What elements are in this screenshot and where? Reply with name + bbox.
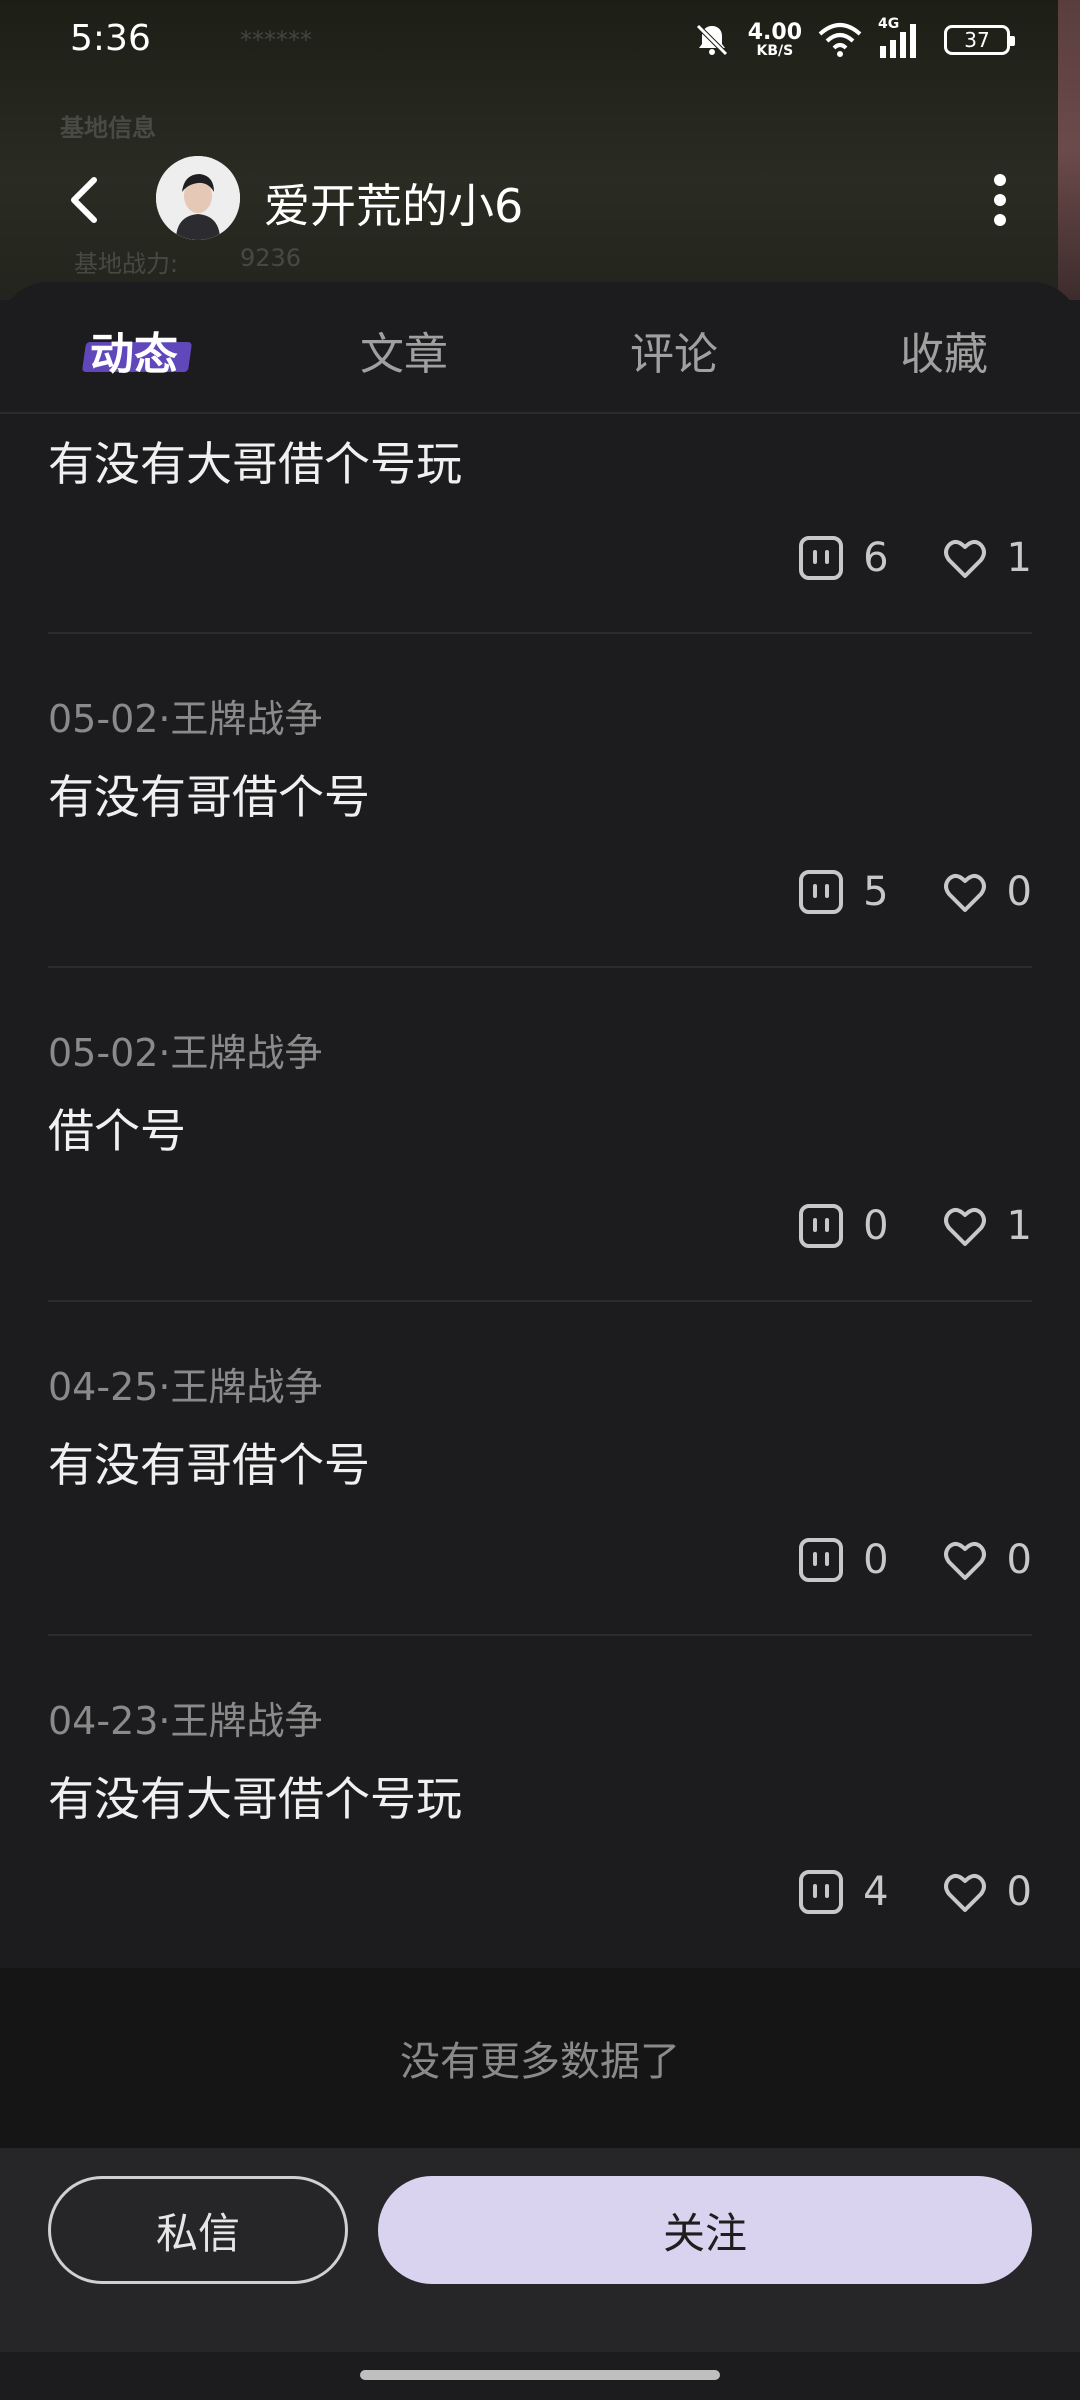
content-sheet: 动态 文章 评论 收藏 有没有大哥借个号玩 6 1 05-02·王牌战争 有没有…: [0, 282, 1080, 1968]
like-action[interactable]: 0: [941, 868, 1032, 916]
post-actions: 4 0: [797, 1868, 1032, 1916]
signal-icon: 4G: [878, 16, 928, 60]
list-item[interactable]: 05-02·王牌战争 借个号 0 1: [48, 968, 1032, 1302]
post-text: 有没有大哥借个号玩: [48, 437, 462, 491]
tab-dynamics[interactable]: 动态: [34, 318, 234, 382]
home-indicator[interactable]: [360, 2370, 720, 2380]
post-meta: 04-25·王牌战争: [48, 1365, 323, 1409]
post-text: 借个号: [48, 1104, 186, 1158]
comment-action[interactable]: 4: [797, 1868, 889, 1916]
post-actions: 6 1: [797, 534, 1032, 582]
bottom-action-bar: 私信 关注: [0, 2148, 1080, 2352]
post-text: 有没有哥借个号: [48, 1438, 370, 1492]
heart-icon: [943, 1874, 986, 1912]
comment-icon: [799, 1870, 844, 1914]
comment-action[interactable]: 0: [797, 1202, 889, 1250]
list-item[interactable]: 05-02·王牌战争 有没有哥借个号 5 0: [48, 634, 1032, 968]
status-time: 5:36: [70, 18, 151, 59]
list-item[interactable]: 有没有大哥借个号玩 6 1: [48, 416, 1032, 634]
post-actions: 0 0: [797, 1536, 1032, 1584]
comment-icon: [799, 536, 844, 580]
like-count: 1: [1006, 1203, 1032, 1249]
comment-action[interactable]: 6: [797, 534, 889, 582]
comment-count: 5: [863, 869, 889, 915]
comment-action[interactable]: 0: [797, 1536, 889, 1584]
post-feed: 有没有大哥借个号玩 6 1 05-02·王牌战争 有没有哥借个号 5 0 05-…: [0, 416, 1080, 1966]
user-name: 爱开荒的小6: [264, 179, 524, 233]
status-icons: 4.00 KB/S 4G 37: [692, 16, 1015, 62]
avatar-image: [156, 156, 240, 240]
tab-comments[interactable]: 评论: [574, 318, 774, 382]
wifi-icon: [818, 23, 862, 57]
post-meta: 05-02·王牌战争: [48, 697, 323, 741]
comment-count: 0: [863, 1537, 889, 1583]
like-count: 1: [1006, 535, 1032, 581]
comment-count: 6: [863, 535, 889, 581]
heart-icon: [943, 540, 986, 578]
battery-icon: 37: [944, 25, 1015, 55]
comment-action[interactable]: 5: [797, 868, 889, 916]
comment-icon: [799, 1204, 844, 1248]
tab-bar: 动态 文章 评论 收藏: [0, 282, 1080, 414]
like-count: 0: [1006, 1537, 1032, 1583]
net-speed: 4.00 KB/S: [747, 20, 802, 59]
post-text: 有没有哥借个号: [48, 770, 370, 824]
mute-icon: [695, 24, 728, 56]
feed-end-message: 没有更多数据了: [0, 1968, 1080, 2148]
like-count: 0: [1006, 869, 1032, 915]
tab-articles[interactable]: 文章: [304, 318, 504, 382]
follow-button[interactable]: 关注: [378, 2176, 1032, 2284]
heart-icon: [943, 874, 986, 912]
back-icon[interactable]: [60, 172, 116, 228]
avatar[interactable]: [156, 156, 240, 240]
message-button[interactable]: 私信: [48, 2176, 348, 2284]
like-count: 0: [1006, 1869, 1032, 1915]
post-actions: 5 0: [797, 868, 1032, 916]
post-text: 有没有大哥借个号玩: [48, 1772, 462, 1826]
comment-icon: [799, 870, 844, 914]
comment-count: 4: [863, 1869, 889, 1915]
comment-icon: [799, 1538, 844, 1582]
heart-icon: [943, 1208, 986, 1246]
heart-icon: [943, 1542, 986, 1580]
more-options-icon[interactable]: [980, 170, 1020, 230]
comment-count: 0: [863, 1203, 889, 1249]
tab-favorites[interactable]: 收藏: [844, 318, 1044, 382]
post-meta: 04-23·王牌战争: [48, 1699, 323, 1743]
list-item[interactable]: 04-23·王牌战争 有没有大哥借个号玩 4 0: [48, 1636, 1032, 1966]
status-bar: 5:36 4.00 KB/S 4G 37: [0, 0, 1080, 80]
like-action[interactable]: 1: [941, 1202, 1032, 1250]
like-action[interactable]: 1: [941, 534, 1032, 582]
top-nav: 爱开荒的小6: [0, 150, 1080, 250]
post-actions: 0 1: [797, 1202, 1032, 1250]
like-action[interactable]: 0: [941, 1868, 1032, 1916]
post-meta: 05-02·王牌战争: [48, 1031, 323, 1075]
like-action[interactable]: 0: [941, 1536, 1032, 1584]
list-item[interactable]: 04-25·王牌战争 有没有哥借个号 0 0: [48, 1302, 1032, 1636]
base-info-title: 基地信息: [60, 114, 156, 142]
